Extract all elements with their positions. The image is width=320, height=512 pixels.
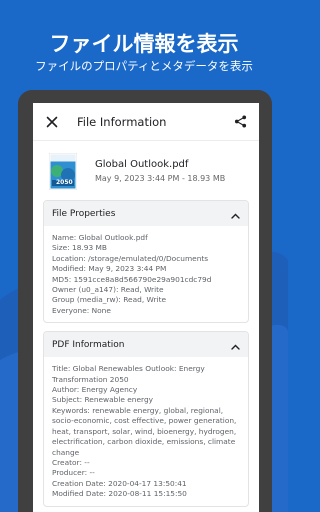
file-thumbnail[interactable]: 2050 xyxy=(48,152,78,191)
pdf-information-title: PDF Information xyxy=(52,339,125,350)
chevron-up-icon[interactable] xyxy=(231,204,240,223)
pdf-information-card: PDF Information Title: Global Renewables… xyxy=(43,331,249,507)
file-date-size: May 9, 2023 3:44 PM - 18.93 MB xyxy=(95,174,226,183)
pdf-creator: Creator: -- xyxy=(52,457,90,467)
app-bar: File Information xyxy=(33,103,259,141)
file-name: Global Outlook.pdf xyxy=(95,159,189,170)
close-icon[interactable] xyxy=(41,111,63,133)
pdf-producer: Producer: -- xyxy=(52,468,95,478)
file-properties-card: File Properties Name: Global Outlook.pdf… xyxy=(43,200,249,324)
pdf-information-body: Title: Global Renewables Outlook: Energy… xyxy=(44,357,248,505)
chevron-up-icon[interactable] xyxy=(231,335,240,354)
pdf-keywords: Keywords: renewable energy, global, regi… xyxy=(52,405,237,457)
property-size: Size: 18.93 MB xyxy=(52,243,107,253)
file-properties-title: File Properties xyxy=(52,208,116,219)
pdf-author: Author: Energy Agency xyxy=(52,385,138,395)
property-modified: Modified: May 9, 2023 3:44 PM xyxy=(52,264,167,274)
property-md5: MD5: 1591cce8a8d566790e29a901cdc79d xyxy=(52,274,212,284)
file-header: 2050 Global Outlook.pdf May 9, 2023 3:44… xyxy=(33,141,259,200)
promo-title: ファイル情報を表示 xyxy=(49,32,239,56)
pdf-modified-date: Modified Date: 2020-08-11 15:15:50 xyxy=(52,489,187,499)
property-group: Group (media_rw): Read, Write xyxy=(52,295,167,305)
file-properties-header[interactable]: File Properties xyxy=(44,201,248,226)
promo-subtitle: ファイルのプロパティとメタデータを表示 xyxy=(35,59,253,73)
file-properties-body: Name: Global Outlook.pdf Size: 18.93 MB … xyxy=(44,226,248,322)
pdf-title: Title: Global Renewables Outlook: Energy… xyxy=(52,364,205,384)
property-location: Location: /storage/emulated/0/Documents xyxy=(52,253,209,263)
page-title: File Information xyxy=(77,114,167,129)
property-owner: Owner (u0_a147): Read, Write xyxy=(52,285,164,295)
app-screen: File Information 2050 Global Outlook.pdf… xyxy=(33,103,259,512)
pdf-subject: Subject: Renewable energy xyxy=(52,395,154,405)
property-everyone: Everyone: None xyxy=(52,305,111,315)
thumbnail-year-text: 2050 xyxy=(56,179,73,186)
property-name: Name: Global Outlook.pdf xyxy=(52,233,148,242)
share-icon[interactable] xyxy=(229,111,251,133)
pdf-creation-date: Creation Date: 2020-04-17 13:50:41 xyxy=(52,478,187,488)
pdf-information-header[interactable]: PDF Information xyxy=(44,332,248,358)
